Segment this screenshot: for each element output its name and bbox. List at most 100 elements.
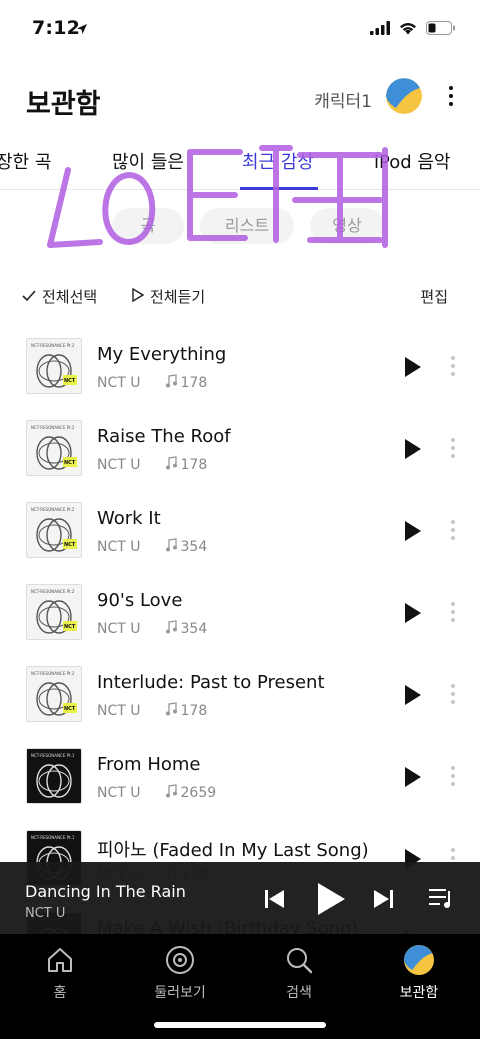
playlist-queue-icon[interactable] (428, 887, 454, 913)
album-cover: NCT-RESONANCE Pt.2 NCT (26, 502, 82, 558)
play-count-value: 354 (180, 539, 208, 555)
bottom-navigation: 홈 둘러보기 검색 보관함 (0, 934, 480, 1039)
track-row[interactable]: NCT-RESONANCE Pt.2 NCT Work It NCT U 354 (0, 494, 480, 576)
track-title: 피아노 (Faded In My Last Song) (97, 840, 369, 861)
track-meta: NCT U 354 (97, 538, 207, 556)
subtab-videos[interactable]: 영상 (310, 208, 384, 244)
library-tabs: 장한 곡 많이 들은 최근 감상 iPod 음악 (0, 144, 480, 190)
play-track-icon[interactable] (404, 520, 422, 542)
track-artist: NCT U (97, 785, 141, 801)
nav-browse-label: 둘러보기 (154, 985, 206, 1001)
track-meta: NCT U 2659 (97, 784, 216, 802)
next-track-icon[interactable] (372, 889, 394, 913)
track-row[interactable]: NCT-RESONANCE Pt.2 NCT Interlude: Past to … (0, 658, 480, 740)
battery-icon (426, 20, 456, 39)
tab-ipod-music[interactable]: iPod 음악 (374, 148, 451, 174)
track-row[interactable]: NCT-RESONANCE Pt.2 NCT 90's Love NCT U 354 (0, 576, 480, 658)
header: 보관함 캐릭터1 (0, 70, 480, 130)
album-cover-text: NCT-RESONANCE Pt.1 (31, 753, 75, 758)
music-note-icon (165, 784, 177, 802)
nav-library[interactable]: 보관함 (374, 944, 464, 1002)
track-more-icon[interactable] (450, 766, 456, 788)
profile-avatar[interactable] (386, 78, 422, 114)
profile-name[interactable]: 캐릭터1 (314, 87, 372, 112)
active-tab-indicator (240, 187, 318, 190)
status-bar: 7:12 (0, 0, 480, 56)
status-icons (370, 20, 456, 39)
track-row[interactable]: NCT-RESONANCE Pt.2 NCT Raise The Roof NCT U… (0, 412, 480, 494)
play-track-icon[interactable] (404, 602, 422, 624)
edit-button[interactable]: 편집 (420, 286, 448, 307)
mini-player[interactable]: Dancing In The Rain NCT U (0, 862, 480, 934)
select-all-button[interactable]: 전체선택 (22, 286, 97, 307)
album-cover: NCT-RESONANCE Pt.2 NCT (26, 666, 82, 722)
play-track-icon[interactable] (404, 356, 422, 378)
track-meta: NCT U 354 (97, 620, 207, 638)
track-row[interactable]: NCT-RESONANCE Pt.2 NCT My Everything NCT U 1… (0, 330, 480, 412)
list-actions: 전체선택 전체듣기 편집 (0, 284, 480, 312)
wifi-icon (398, 20, 418, 39)
track-title: Work It (97, 508, 161, 529)
track-more-icon[interactable] (450, 684, 456, 706)
play-count: 354 (165, 620, 208, 638)
play-count: 354 (165, 538, 208, 556)
track-row[interactable]: NCT-RESONANCE Pt.1 From Home NCT U 2659 (0, 740, 480, 822)
album-cover-text: NCT-RESONANCE Pt.2 (31, 507, 75, 512)
nav-browse[interactable]: 둘러보기 (135, 944, 225, 1002)
play-count-value: 178 (180, 457, 208, 473)
album-cover-text: NCT-RESONANCE Pt.1 (31, 835, 75, 840)
tab-most-played[interactable]: 많이 들은 (112, 148, 184, 174)
track-more-icon[interactable] (450, 520, 456, 542)
album-badge: NCT (64, 706, 76, 712)
album-badge: NCT (64, 542, 76, 548)
tab-liked-songs[interactable]: 장한 곡 (0, 148, 51, 174)
play-count-value: 2659 (180, 785, 217, 801)
track-more-icon[interactable] (450, 356, 456, 378)
album-cover-text: NCT-RESONANCE Pt.2 (31, 425, 75, 430)
nav-library-label: 보관함 (399, 985, 439, 1001)
album-cover-text: NCT-RESONANCE Pt.2 (31, 343, 75, 348)
track-title: Raise The Roof (97, 426, 231, 447)
track-title: My Everything (97, 344, 227, 365)
signal-icon (370, 20, 390, 39)
more-options-icon[interactable] (446, 86, 456, 110)
content-type-filter: 곡 리스트 영상 (0, 208, 480, 248)
nav-home[interactable]: 홈 (15, 944, 105, 1002)
play-count-value: 178 (180, 703, 208, 719)
album-cover: NCT-RESONANCE Pt.2 NCT (26, 338, 82, 394)
home-icon (15, 944, 105, 976)
location-arrow-icon (76, 20, 88, 39)
play-all-label: 전체듣기 (150, 288, 206, 306)
play-count: 2659 (165, 784, 217, 802)
music-note-icon (165, 620, 177, 638)
track-artist: NCT U (97, 703, 141, 719)
track-artist: NCT U (97, 457, 141, 473)
now-playing-artist: NCT U (25, 906, 66, 921)
album-cover: NCT-RESONANCE Pt.2 NCT (26, 584, 82, 640)
album-cover-text: NCT-RESONANCE Pt.2 (31, 671, 75, 676)
track-title: Interlude: Past to Present (97, 672, 325, 693)
play-icon[interactable] (316, 882, 346, 920)
previous-track-icon[interactable] (264, 889, 286, 913)
track-more-icon[interactable] (450, 438, 456, 460)
nav-search[interactable]: 검색 (254, 944, 344, 1002)
play-count-value: 354 (180, 621, 208, 637)
play-track-icon[interactable] (404, 766, 422, 788)
nav-search-label: 검색 (286, 985, 312, 1001)
play-track-icon[interactable] (404, 438, 422, 460)
library-avatar-icon (374, 944, 464, 976)
status-time: 7:12 (32, 17, 81, 39)
tab-recently-played[interactable]: 최근 감상 (242, 148, 314, 174)
nav-home-label: 홈 (53, 985, 67, 1001)
track-title: From Home (97, 754, 201, 775)
play-track-icon[interactable] (404, 684, 422, 706)
subtab-songs[interactable]: 곡 (112, 208, 184, 244)
search-icon (254, 944, 344, 976)
track-artist: NCT U (97, 375, 141, 391)
track-artist: NCT U (97, 539, 141, 555)
subtab-playlists[interactable]: 리스트 (200, 208, 294, 244)
play-all-button[interactable]: 전체듣기 (132, 286, 205, 307)
track-more-icon[interactable] (450, 602, 456, 624)
disc-icon (135, 944, 225, 976)
music-note-icon (165, 456, 177, 474)
